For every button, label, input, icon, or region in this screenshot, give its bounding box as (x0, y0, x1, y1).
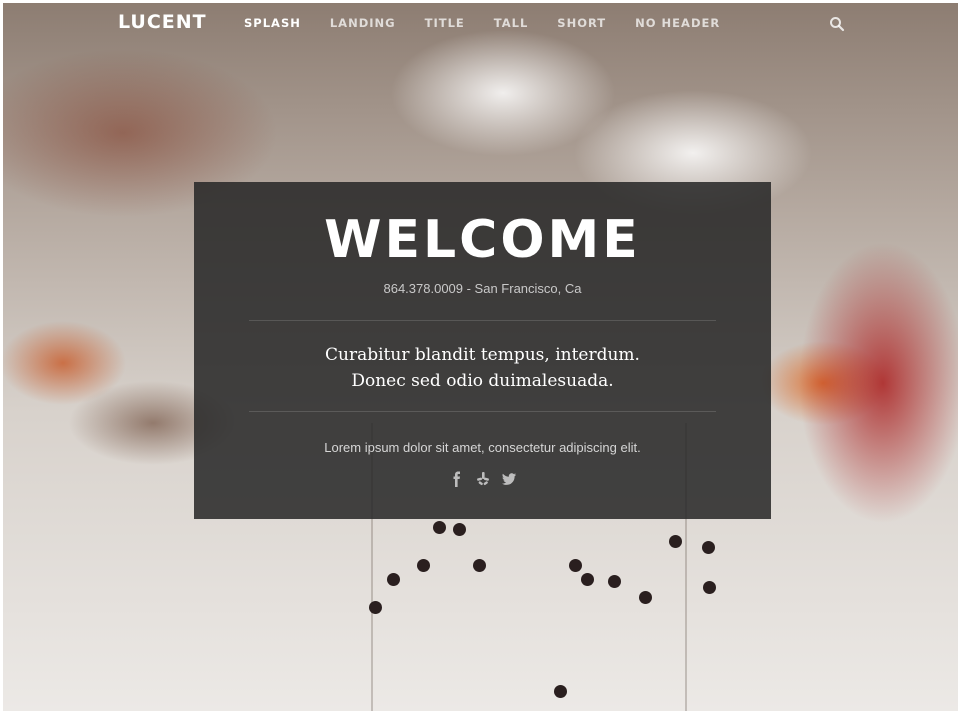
peppercorn (473, 559, 486, 572)
hero-background: LUCENT SPLASH LANDING TITLE TALL SHORT N… (3, 3, 958, 711)
facebook-icon[interactable] (449, 471, 465, 487)
nav-menu: SPLASH LANDING TITLE TALL SHORT NO HEADE… (244, 16, 749, 30)
peppercorn (369, 601, 382, 614)
twitter-icon[interactable] (501, 471, 517, 487)
site-logo[interactable]: LUCENT (118, 11, 207, 33)
peppercorn (453, 523, 466, 536)
nav-item-no-header[interactable]: NO HEADER (635, 16, 720, 30)
search-icon[interactable] (829, 16, 845, 32)
nav-item-splash[interactable]: SPLASH (244, 16, 301, 30)
peppercorn (581, 573, 594, 586)
nav-item-landing[interactable]: LANDING (330, 16, 396, 30)
welcome-panel: WELCOME 864.378.0009 - San Francisco, Ca… (194, 182, 771, 519)
nav-item-short[interactable]: SHORT (557, 16, 606, 30)
peppercorn (703, 581, 716, 594)
tagline-line: Donec sed odio duimalesuada. (351, 371, 614, 391)
divider (249, 320, 716, 321)
peppercorn (417, 559, 430, 572)
yelp-icon[interactable] (475, 471, 491, 487)
peppercorn (569, 559, 582, 572)
peppercorn (387, 573, 400, 586)
page-title: WELCOME (324, 210, 641, 270)
social-links (194, 471, 771, 487)
peppercorn (554, 685, 567, 698)
peppercorn (433, 521, 446, 534)
tagline: Curabitur blandit tempus, interdum. Done… (194, 342, 771, 394)
contact-info: 864.378.0009 - San Francisco, Ca (383, 281, 582, 296)
peppercorn (669, 535, 682, 548)
divider (249, 411, 716, 412)
top-navigation: LUCENT SPLASH LANDING TITLE TALL SHORT N… (3, 3, 958, 47)
nav-item-title[interactable]: TITLE (425, 16, 465, 30)
peppercorn (608, 575, 621, 588)
tagline-line: Curabitur blandit tempus, interdum. (325, 345, 640, 365)
nav-item-tall[interactable]: TALL (494, 16, 529, 30)
peppercorn (702, 541, 715, 554)
peppercorn (639, 591, 652, 604)
description-text: Lorem ipsum dolor sit amet, consectetur … (324, 440, 641, 455)
